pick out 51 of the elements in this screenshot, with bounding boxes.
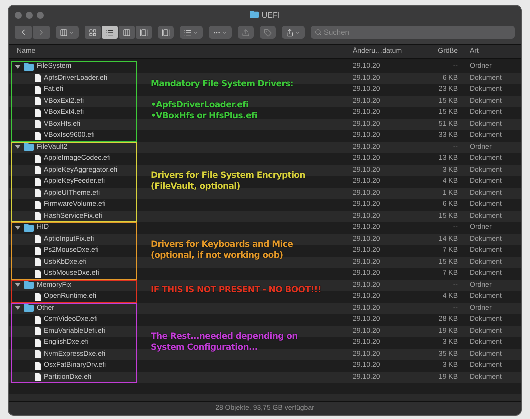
disclosure-triangle[interactable] [15, 64, 21, 70]
disclosure-triangle[interactable] [15, 305, 21, 312]
folder-icon [24, 281, 34, 290]
disclosure-triangle[interactable] [15, 144, 21, 150]
caret-icon [193, 30, 199, 36]
annotation-text: Drivers for Keyboards and Mice (optional, if not working oob) [151, 240, 294, 262]
search-icon [315, 29, 322, 36]
caret-icon [222, 30, 228, 36]
gallery-icon [162, 28, 170, 36]
path-button[interactable] [56, 26, 79, 39]
view-mode-button[interactable] [136, 26, 152, 39]
columns-icon [123, 28, 131, 36]
tag-icon [264, 28, 272, 36]
group-button[interactable] [180, 26, 203, 39]
annotation-text: Mandatory File System Drivers: [151, 80, 294, 91]
view-mode-button[interactable] [119, 26, 135, 39]
folder-icon [24, 224, 34, 232]
folder-icon [24, 143, 34, 152]
disclosure-triangle[interactable] [15, 282, 21, 288]
document-icon [35, 292, 41, 301]
grid-icon [89, 28, 97, 36]
folder-icon [24, 304, 34, 312]
chevron-left-icon [19, 28, 28, 37]
dropbox-button[interactable] [282, 26, 305, 39]
annotation-text: The Rest...needed depending on System Configuration... [151, 332, 298, 354]
chevron-right-icon [37, 28, 46, 37]
folder-icon [24, 62, 34, 71]
view-mode-button[interactable] [85, 26, 101, 39]
annotation-text: IF THIS IS NOT PRESENT - NO BOOT!!! [151, 286, 322, 296]
share-icon [286, 28, 294, 36]
back-button[interactable] [15, 26, 32, 39]
tag-button[interactable] [260, 26, 276, 39]
caret-icon [69, 30, 75, 36]
annotation-text: •ApfsDriverLoader.efi •VBoxHfs or HfsPlus.efi [151, 100, 258, 123]
preview-button[interactable] [158, 26, 174, 39]
list-icon [184, 28, 192, 36]
window-title: UEFI [262, 10, 280, 20]
close-button[interactable] [15, 12, 22, 18]
zoom-button[interactable] [37, 12, 44, 18]
view-mode-button[interactable] [102, 26, 118, 39]
disclosure-triangle[interactable] [15, 224, 21, 231]
share-icon [242, 28, 250, 36]
annotation-text: Drivers for File System Encryption (FileVault, optional) [151, 170, 306, 193]
list-icon [106, 28, 114, 36]
share-button[interactable] [238, 26, 254, 39]
caret-icon [295, 30, 301, 36]
action-button[interactable] [209, 26, 232, 39]
columns-icon [60, 28, 68, 36]
gallery-icon [140, 28, 148, 36]
minimize-button[interactable] [26, 12, 33, 18]
folder-icon [250, 11, 259, 19]
